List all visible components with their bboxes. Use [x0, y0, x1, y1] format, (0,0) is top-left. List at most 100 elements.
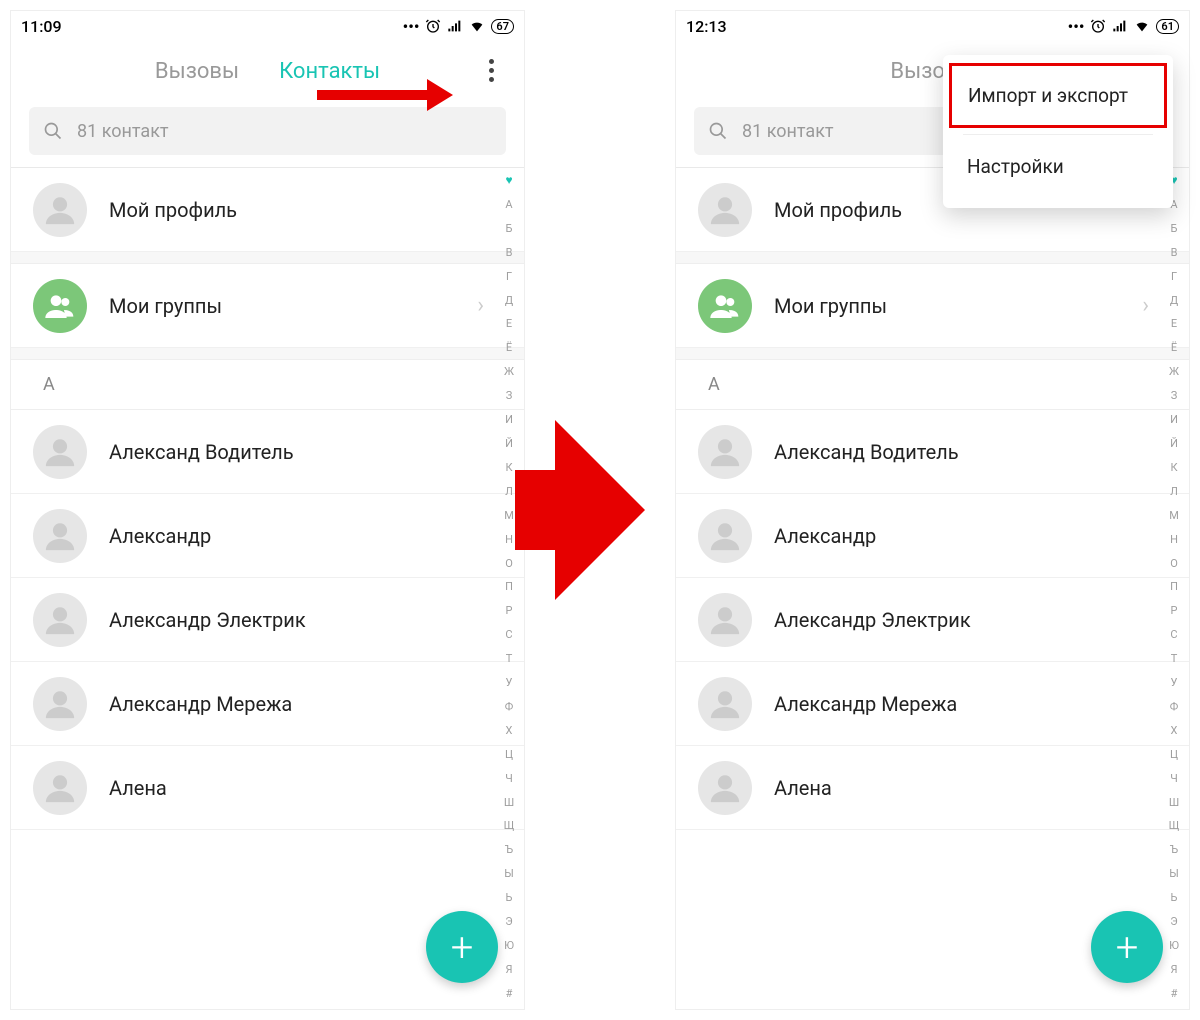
list-item[interactable]: Александ Водитель	[676, 410, 1189, 494]
list-item-profile[interactable]: Мой профиль	[11, 168, 524, 252]
index-letter[interactable]: Ь	[1171, 892, 1178, 903]
list-item[interactable]: Александр Мережа	[11, 662, 524, 746]
contacts-list[interactable]: Мой профиль Мои группы › А Александ Води…	[676, 167, 1189, 1009]
add-contact-fab[interactable]: +	[1091, 911, 1163, 983]
index-letter[interactable]: Я	[1170, 964, 1177, 975]
index-letter[interactable]: Д	[1170, 295, 1178, 306]
index-letter[interactable]: К	[1170, 462, 1177, 473]
more-options-button[interactable]	[489, 59, 494, 82]
alphabet-index[interactable]: ♥ А Б В Г Д Е Ё Ж З И Й К Л М Н О П Р С Т У Ф Х Ц Ч Ш Щ Ъ Ы Ь Э Ю Я #	[500, 174, 518, 999]
index-letter[interactable]: Ц	[505, 749, 513, 760]
contacts-list[interactable]: Мой профиль Мои группы › А Александ Води…	[11, 167, 524, 1009]
index-letter[interactable]: Ю	[504, 940, 514, 951]
index-letter[interactable]: Е	[506, 318, 512, 329]
section-label: А	[708, 374, 720, 395]
index-letter[interactable]: Ж	[1169, 366, 1179, 377]
index-letter[interactable]: #	[506, 988, 513, 999]
list-item-groups[interactable]: Мои группы ›	[676, 264, 1189, 348]
index-letter[interactable]: Т	[1171, 653, 1178, 664]
index-letter[interactable]: Ю	[1169, 940, 1179, 951]
section-label: А	[43, 374, 55, 395]
index-letter[interactable]: Х	[1171, 725, 1178, 736]
index-letter[interactable]: С	[505, 629, 512, 640]
index-letter[interactable]: А	[505, 199, 512, 210]
index-letter[interactable]: И	[505, 414, 513, 425]
index-letter[interactable]: Л	[505, 486, 513, 497]
index-letter[interactable]: Ш	[504, 797, 514, 808]
index-letter[interactable]: Х	[506, 725, 513, 736]
index-letter[interactable]: Р	[506, 605, 513, 616]
index-letter[interactable]: Б	[506, 223, 513, 234]
index-letter[interactable]: Б	[1171, 223, 1178, 234]
list-item[interactable]: Александр Электрик	[676, 578, 1189, 662]
avatar-icon	[698, 509, 752, 563]
index-letter[interactable]: Н	[1170, 534, 1178, 545]
index-letter[interactable]: Н	[505, 534, 513, 545]
index-letter[interactable]: Э	[1170, 916, 1177, 927]
index-letter[interactable]: Ц	[1170, 749, 1178, 760]
avatar-icon	[33, 761, 87, 815]
index-letter[interactable]: У	[1171, 677, 1178, 688]
index-letter[interactable]: Л	[1170, 486, 1178, 497]
menu-item-settings[interactable]: Настройки	[943, 135, 1173, 198]
list-gap	[11, 252, 524, 264]
add-contact-fab[interactable]: +	[426, 911, 498, 983]
index-letter[interactable]: Щ	[1169, 820, 1180, 831]
index-letter[interactable]: З	[506, 390, 513, 401]
avatar-icon	[698, 677, 752, 731]
list-gap	[11, 348, 524, 360]
list-item[interactable]: Александр	[676, 494, 1189, 578]
index-letter[interactable]: В	[1171, 247, 1178, 258]
list-item[interactable]: Александр Электрик	[11, 578, 524, 662]
index-letter[interactable]: Й	[505, 438, 513, 449]
index-letter[interactable]: Ы	[504, 868, 514, 879]
index-letter[interactable]: П	[1170, 581, 1178, 592]
contact-name: Александр	[774, 524, 876, 548]
index-letter[interactable]: Ч	[505, 773, 513, 784]
index-letter[interactable]: Ъ	[505, 844, 513, 855]
index-letter[interactable]: Ф	[1170, 701, 1179, 712]
index-letter[interactable]: #	[1171, 988, 1178, 999]
alphabet-index[interactable]: ♥ АБВГДЕЁЖЗИЙКЛМНОПРСТУФХЦЧШЩЪЫЬЭЮЯ#	[1165, 174, 1183, 999]
index-letter[interactable]: Ч	[1170, 773, 1178, 784]
index-letter[interactable]: Ф	[505, 701, 514, 712]
index-letter[interactable]: Е	[1171, 318, 1177, 329]
index-letter[interactable]: З	[1171, 390, 1178, 401]
index-letter[interactable]: Э	[505, 916, 512, 927]
list-item[interactable]: Александр Мережа	[676, 662, 1189, 746]
index-letter[interactable]: Ё	[1171, 342, 1177, 353]
index-letter[interactable]: О	[505, 558, 513, 569]
index-letter[interactable]: Й	[1170, 438, 1178, 449]
heart-icon[interactable]: ♥	[505, 174, 512, 186]
index-letter[interactable]: Ш	[1169, 797, 1179, 808]
index-letter[interactable]: М	[1169, 510, 1179, 521]
menu-item-import-export[interactable]: Импорт и экспорт	[949, 63, 1167, 128]
index-letter[interactable]: Ъ	[1170, 844, 1178, 855]
index-letter[interactable]: М	[504, 510, 514, 521]
index-letter[interactable]: Щ	[504, 820, 515, 831]
index-letter[interactable]: Т	[506, 653, 513, 664]
index-letter[interactable]: К	[505, 462, 512, 473]
index-letter[interactable]: У	[506, 677, 513, 688]
index-letter[interactable]: И	[1170, 414, 1178, 425]
index-letter[interactable]: Р	[1171, 605, 1178, 616]
index-letter[interactable]: Г	[506, 271, 512, 282]
index-letter[interactable]: Г	[1171, 271, 1177, 282]
index-letter[interactable]: Д	[505, 295, 513, 306]
list-item[interactable]: Александр	[11, 494, 524, 578]
tab-calls[interactable]: Вызовы	[155, 59, 239, 84]
index-letter[interactable]: Ы	[1169, 868, 1179, 879]
index-letter[interactable]: Ё	[506, 342, 512, 353]
index-letter[interactable]: П	[505, 581, 513, 592]
index-letter[interactable]: О	[1170, 558, 1178, 569]
index-letter[interactable]: Я	[505, 964, 512, 975]
list-item[interactable]: Алена	[11, 746, 524, 830]
index-letter[interactable]: В	[506, 247, 513, 258]
search-input[interactable]: 81 контакт	[29, 107, 506, 155]
list-item[interactable]: Алена	[676, 746, 1189, 830]
list-item-groups[interactable]: Мои группы ›	[11, 264, 524, 348]
index-letter[interactable]: Ж	[504, 366, 514, 377]
index-letter[interactable]: С	[1170, 629, 1177, 640]
list-item[interactable]: Александ Водитель	[11, 410, 524, 494]
index-letter[interactable]: Ь	[506, 892, 513, 903]
